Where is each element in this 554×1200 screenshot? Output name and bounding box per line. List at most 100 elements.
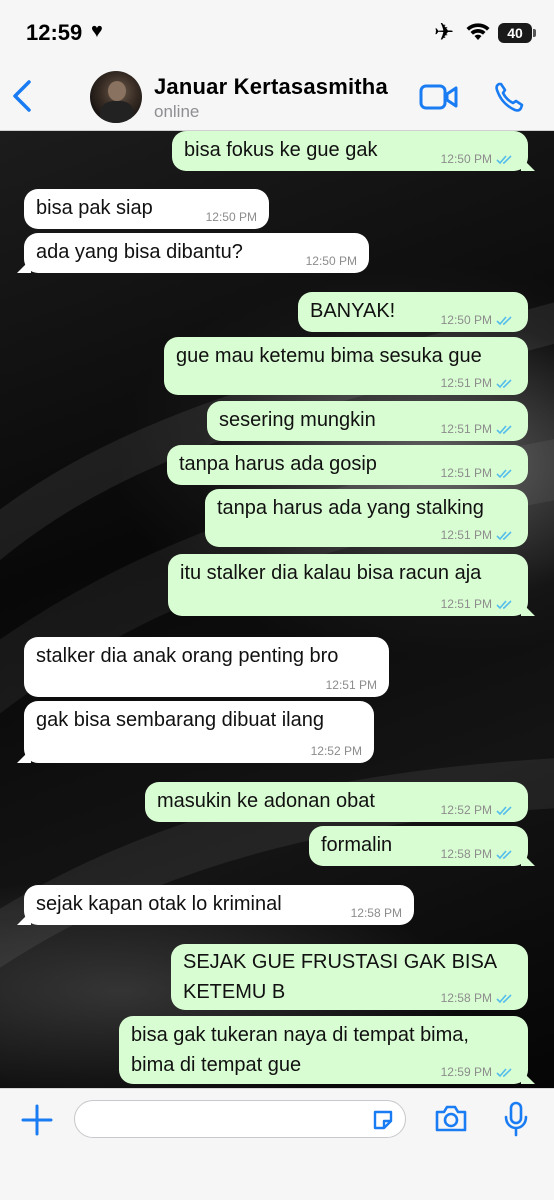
message-bubble-outgoing[interactable]: formalin 12:58 PM	[309, 826, 535, 866]
message-bubble-outgoing[interactable]: masukin ke adonan obat 12:52 PM	[145, 782, 528, 822]
message-meta: 12:51 PM	[441, 597, 514, 611]
message-text: bisa fokus ke gue gak	[184, 139, 378, 161]
message-text: ada yang bisa dibantu?	[36, 241, 243, 263]
avatar-face	[108, 81, 126, 101]
message-time: 12:50 PM	[305, 254, 357, 268]
bubble-tail	[17, 259, 31, 273]
read-ticks-icon	[496, 850, 512, 860]
avatar-body	[100, 101, 134, 123]
message-time: 12:50 PM	[205, 210, 257, 224]
read-ticks-icon	[496, 469, 512, 479]
video-call-icon[interactable]	[419, 84, 459, 115]
contact-name[interactable]: Januar Kertasasmitha	[154, 74, 388, 100]
message-time: 12:58 PM	[440, 847, 492, 861]
battery-indicator: 40	[498, 23, 532, 43]
message-bubble-outgoing[interactable]: sesering mungkin 12:51 PM	[207, 401, 528, 441]
message-meta: 12:58 PM	[441, 991, 514, 1005]
read-ticks-icon	[496, 531, 512, 541]
message-bubble-outgoing[interactable]: gue mau ketemu bima sesuka gue 12:51 PM	[164, 337, 528, 395]
message-text: tanpa harus ada yang stalking	[217, 497, 484, 519]
wifi-icon	[465, 22, 491, 47]
chat-header: Januar Kertasasmitha online	[0, 64, 554, 131]
message-time: 12:51 PM	[440, 466, 492, 480]
read-ticks-icon	[496, 316, 512, 326]
chat-area[interactable]: bisa fokus ke gue gak 12:50 PM bisa pak …	[0, 131, 554, 1088]
message-time: 12:52 PM	[310, 744, 362, 758]
contact-presence: online	[154, 102, 200, 121]
message-text: gue mau ketemu bima sesuka gue	[176, 345, 482, 367]
message-text: stalker dia anak orang penting bro	[36, 645, 339, 667]
message-composer	[0, 1088, 554, 1200]
message-bubble-incoming[interactable]: sejak kapan otak lo kriminal 12:58 PM	[17, 885, 414, 925]
message-text: gak bisa sembarang dibuat ilang	[36, 709, 324, 731]
message-meta: 12:50 PM	[441, 313, 514, 327]
message-meta: 12:50 PM	[441, 152, 514, 166]
back-chevron-icon[interactable]	[10, 78, 34, 119]
bubble-tail	[521, 852, 535, 866]
message-time: 12:50 PM	[440, 313, 492, 327]
message-text: BANYAK!	[310, 300, 396, 322]
message-meta: 12:59 PM	[441, 1065, 514, 1079]
message-time: 12:51 PM	[325, 678, 377, 692]
message-time: 12:51 PM	[440, 376, 492, 390]
battery-tip	[533, 29, 536, 37]
read-ticks-icon	[496, 379, 512, 389]
message-meta: 12:51 PM	[441, 376, 514, 390]
message-time: 12:58 PM	[350, 906, 402, 920]
message-meta: 12:58 PM	[441, 847, 514, 861]
message-meta: 12:51 PM	[441, 528, 514, 542]
bubble-tail	[17, 749, 31, 763]
message-bubble-outgoing[interactable]: itu stalker dia kalau bisa racun aja 12:…	[168, 554, 535, 616]
sticker-icon[interactable]	[371, 1108, 395, 1137]
message-time: 12:59 PM	[440, 1065, 492, 1079]
bubble-tail	[521, 157, 535, 171]
message-time: 12:51 PM	[440, 422, 492, 436]
microphone-icon[interactable]	[503, 1101, 529, 1142]
status-time: 12:59	[26, 20, 83, 45]
message-meta: 12:51 PM	[441, 422, 514, 436]
message-input[interactable]	[89, 1109, 363, 1131]
message-time: 12:58 PM	[440, 991, 492, 1005]
avatar[interactable]	[90, 71, 142, 123]
camera-icon[interactable]	[434, 1103, 468, 1138]
message-bubble-outgoing[interactable]: tanpa harus ada yang stalking 12:51 PM	[205, 489, 528, 547]
message-time: 12:50 PM	[440, 152, 492, 166]
bubble-tail	[521, 1070, 535, 1084]
status-bar: 12:59 ♥ ✈ 40	[0, 0, 554, 64]
heart-icon: ♥	[91, 20, 103, 42]
message-bubble-incoming[interactable]: gak bisa sembarang dibuat ilang 12:52 PM	[17, 701, 374, 763]
read-ticks-icon	[496, 1068, 512, 1078]
read-ticks-icon	[496, 425, 512, 435]
message-meta: 12:51 PM	[441, 466, 514, 480]
plus-icon[interactable]	[20, 1103, 54, 1142]
message-text: bisa pak siap	[36, 197, 153, 219]
message-meta: 12:52 PM	[441, 803, 514, 817]
message-bubble-incoming[interactable]: bisa pak siap 12:50 PM	[24, 189, 269, 229]
message-input-wrapper	[74, 1100, 406, 1138]
message-text: itu stalker dia kalau bisa racun aja	[180, 562, 482, 584]
message-bubble-incoming[interactable]: ada yang bisa dibantu? 12:50 PM	[17, 233, 369, 273]
phone-icon[interactable]	[494, 81, 524, 118]
read-ticks-icon	[496, 600, 512, 610]
message-time: 12:52 PM	[440, 803, 492, 817]
message-text-line-2: bima di tempat gue	[131, 1054, 302, 1076]
message-bubble-outgoing[interactable]: bisa gak tukeran naya di tempat bima, bi…	[119, 1016, 535, 1084]
message-bubble-incoming[interactable]: stalker dia anak orang penting bro 12:51…	[24, 637, 389, 697]
message-text-line-1: bisa gak tukeran naya di tempat bima,	[131, 1024, 469, 1046]
message-text-line-1: SEJAK GUE FRUSTASI GAK BISA	[183, 951, 498, 973]
message-text: sesering mungkin	[219, 409, 376, 431]
message-bubble-outgoing[interactable]: bisa fokus ke gue gak 12:50 PM	[172, 131, 535, 171]
message-text: sejak kapan otak lo kriminal	[36, 893, 282, 915]
message-text: tanpa harus ada gosip	[179, 453, 377, 475]
read-ticks-icon	[496, 994, 512, 1004]
message-time: 12:51 PM	[440, 597, 492, 611]
message-bubble-outgoing[interactable]: SEJAK GUE FRUSTASI GAK BISA KETEMU B 12:…	[171, 944, 528, 1010]
message-time: 12:51 PM	[440, 528, 492, 542]
message-text: masukin ke adonan obat	[157, 790, 375, 812]
message-bubble-outgoing[interactable]: tanpa harus ada gosip 12:51 PM	[167, 445, 528, 485]
message-bubble-outgoing[interactable]: BANYAK! 12:50 PM	[298, 292, 528, 332]
airplane-icon: ✈	[434, 19, 455, 46]
read-ticks-icon	[496, 155, 512, 165]
bubble-tail	[17, 911, 31, 925]
message-text-line-2: KETEMU B	[183, 981, 286, 1003]
